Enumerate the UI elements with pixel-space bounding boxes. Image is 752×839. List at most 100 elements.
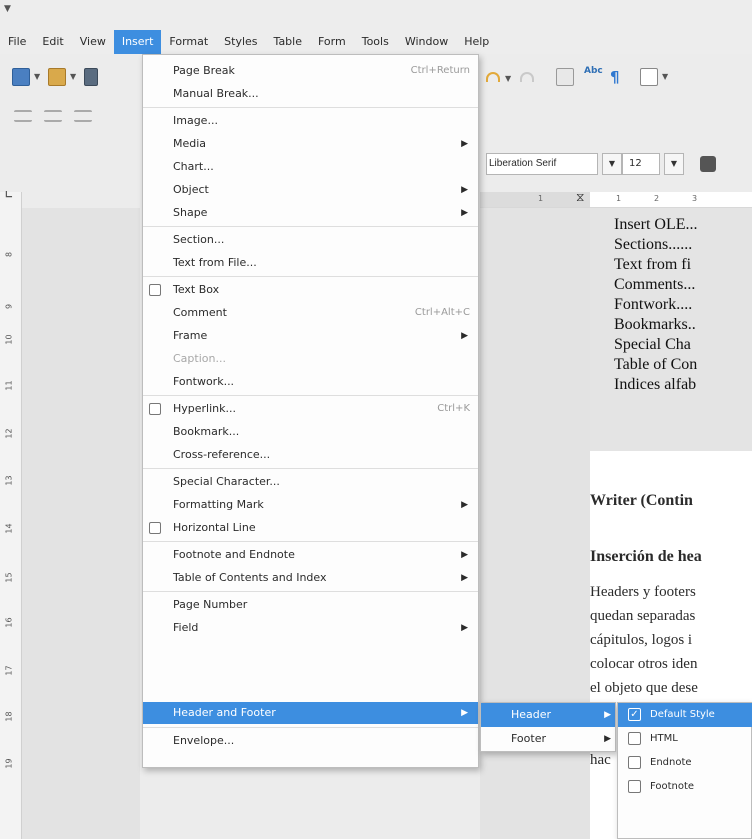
menu-item-label: Cross-reference... xyxy=(173,448,271,461)
list-line: Insert OLE... xyxy=(614,216,698,233)
menu-item-label: Field xyxy=(173,621,199,634)
paragraph-line: quedan separadas xyxy=(590,608,696,624)
spelling-icon[interactable]: Abc xyxy=(584,66,603,84)
menu-item-html[interactable]: HTML xyxy=(618,727,752,751)
ruler-label: 9 xyxy=(4,303,14,310)
menu-item-object[interactable]: Object ▶ xyxy=(143,179,478,201)
new-document-icon[interactable] xyxy=(12,68,30,86)
ruler-label: 11 xyxy=(4,380,14,391)
window-menu-arrow-icon[interactable]: ▼ xyxy=(4,4,11,14)
menu-item-text-box[interactable]: Text Box xyxy=(143,279,478,301)
menu-tools[interactable]: Tools xyxy=(354,30,397,54)
menu-item-endnote[interactable]: Endnote xyxy=(618,751,752,775)
menu-form[interactable]: Form xyxy=(310,30,354,54)
redo-icon[interactable] xyxy=(520,72,534,82)
font-size-dropdown-button[interactable]: ▼ xyxy=(664,153,684,175)
tab-stop-icon[interactable]: ∟ xyxy=(2,190,16,201)
menu-item-label: Image... xyxy=(173,114,218,127)
checkbox-icon xyxy=(149,522,161,534)
menu-help[interactable]: Help xyxy=(456,30,497,54)
menu-item-footnote[interactable]: Footnote xyxy=(618,775,752,799)
menu-item-header[interactable]: Header ▶ xyxy=(481,703,615,727)
menu-item-frame[interactable]: Frame ▶ xyxy=(143,325,478,347)
menu-item-comment[interactable]: Comment Ctrl+Alt+C xyxy=(143,302,478,324)
menu-item-label: Page Number xyxy=(173,598,248,611)
menu-item-hyperlink[interactable]: Hyperlink... Ctrl+K xyxy=(143,398,478,420)
menu-item-horizontal-line[interactable]: Horizontal Line xyxy=(143,517,478,539)
shortcut-label: Ctrl+Return xyxy=(410,65,470,76)
checkmark-icon: ✓ xyxy=(628,708,641,721)
menu-item-cross-reference[interactable]: Cross-reference... xyxy=(143,444,478,466)
submenu-arrow-icon: ▶ xyxy=(461,331,468,341)
font-name-dropdown-button[interactable]: ▼ xyxy=(602,153,622,175)
menu-item-header-footer[interactable]: Header and Footer ▶ xyxy=(143,702,478,724)
menu-file[interactable]: File xyxy=(0,30,34,54)
insert-table-icon[interactable] xyxy=(640,68,658,86)
menu-item-section[interactable]: Section... xyxy=(143,229,478,251)
save-icon[interactable] xyxy=(84,68,98,86)
ruler-label: 1 xyxy=(616,194,622,203)
table-dropdown-icon[interactable]: ▼ xyxy=(662,72,668,81)
menu-item-fontwork[interactable]: Fontwork... xyxy=(143,371,478,393)
shortcut-label: Ctrl+Alt+C xyxy=(414,307,470,318)
ruler-label: 2 xyxy=(654,194,660,203)
menu-item-envelope[interactable]: Envelope... xyxy=(143,730,478,752)
menu-edit[interactable]: Edit xyxy=(34,30,71,54)
menu-item-page-number[interactable]: Page Number xyxy=(143,594,478,616)
menu-item-manual-break[interactable]: Manual Break... xyxy=(143,83,478,105)
menu-item-media[interactable]: Media ▶ xyxy=(143,133,478,155)
menu-separator xyxy=(143,541,478,542)
menu-item-label: Bookmark... xyxy=(173,425,240,438)
menu-styles[interactable]: Styles xyxy=(216,30,265,54)
open-folder-icon[interactable] xyxy=(48,68,66,86)
align-center-icon[interactable] xyxy=(44,110,62,122)
menu-item-formatting-mark[interactable]: Formatting Mark ▶ xyxy=(143,494,478,516)
open-dropdown-icon[interactable]: ▼ xyxy=(70,72,76,81)
new-dropdown-icon[interactable]: ▼ xyxy=(34,72,40,81)
menu-item-text-from-file[interactable]: Text from File... xyxy=(143,252,478,274)
menu-item-label: Header xyxy=(511,708,552,721)
menu-item-toc-index[interactable]: Table of Contents and Index ▶ xyxy=(143,567,478,589)
undo-dropdown-icon[interactable]: ▼ xyxy=(505,74,511,83)
menu-view[interactable]: View xyxy=(72,30,114,54)
menu-item-chart[interactable]: Chart... xyxy=(143,156,478,178)
menu-item-shape[interactable]: Shape ▶ xyxy=(143,202,478,224)
list-line: Text from fi xyxy=(614,256,692,273)
heading: Inserción de hea xyxy=(590,548,702,565)
align-right-icon[interactable] xyxy=(74,110,92,122)
menu-item-default-style[interactable]: ✓ Default Style xyxy=(618,703,752,727)
menu-item-label: Object xyxy=(173,183,209,196)
menu-table[interactable]: Table xyxy=(266,30,310,54)
find-replace-icon[interactable] xyxy=(556,68,574,86)
ruler-label: 1 xyxy=(538,194,544,203)
menu-item-footnote-endnote[interactable]: Footnote and Endnote ▶ xyxy=(143,544,478,566)
menu-item-page-break[interactable]: Page Break Ctrl+Return xyxy=(143,60,478,82)
menu-item-label: Envelope... xyxy=(173,734,235,747)
ruler-label: 15 xyxy=(4,572,14,583)
indent-marker-icon[interactable]: ⧖ xyxy=(576,190,584,205)
heading: Writer (Contin xyxy=(590,492,693,509)
font-name-box[interactable]: Liberation Serif xyxy=(486,153,598,175)
checkbox-icon xyxy=(628,780,641,793)
font-color-icon[interactable] xyxy=(700,156,716,172)
menu-item-bookmark[interactable]: Bookmark... xyxy=(143,421,478,443)
undo-icon[interactable] xyxy=(486,72,500,82)
menu-item-label: Text Box xyxy=(173,283,220,296)
list-line: Special Cha xyxy=(614,336,691,353)
menu-item-label: Section... xyxy=(173,233,225,246)
menu-item-special-character[interactable]: Special Character... xyxy=(143,471,478,493)
font-size-box[interactable]: 12 xyxy=(622,153,660,175)
menu-item-footer[interactable]: Footer ▶ xyxy=(481,727,615,751)
menu-format[interactable]: Format xyxy=(161,30,216,54)
menu-insert[interactable]: Insert xyxy=(113,30,162,54)
list-line: Bookmarks.. xyxy=(614,316,696,333)
ruler-label: 8 xyxy=(4,251,14,258)
menu-item-label: Media xyxy=(173,137,207,150)
formatting-marks-icon[interactable]: ¶ xyxy=(610,68,628,86)
checkbox-icon xyxy=(628,756,641,769)
menu-item-image[interactable]: Image... xyxy=(143,110,478,132)
menu-item-field[interactable]: Field ▶ xyxy=(143,617,478,639)
shortcut-label: Ctrl+K xyxy=(437,403,470,414)
align-left-icon[interactable] xyxy=(14,110,32,122)
menu-window[interactable]: Window xyxy=(397,30,456,54)
